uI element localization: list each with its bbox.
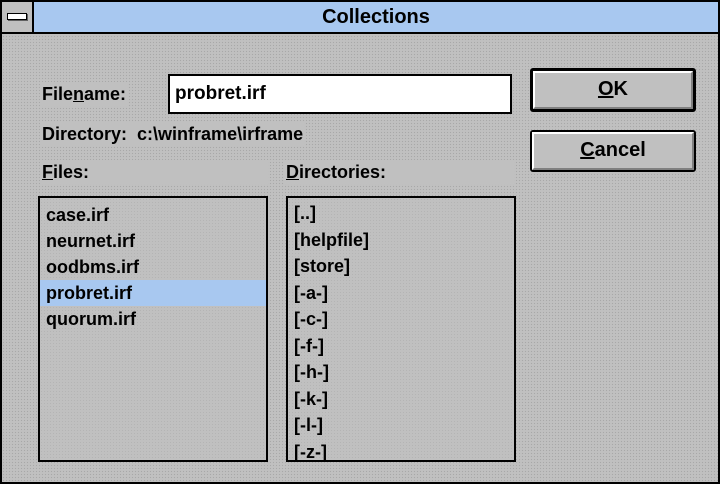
directory-list-item[interactable]: [-h-] [288, 359, 514, 386]
files-label: Files: [40, 160, 268, 184]
directories-label: Directories: [284, 160, 514, 184]
directory-list-item[interactable]: [-f-] [288, 333, 514, 360]
directory-list-item[interactable]: [store] [288, 253, 514, 280]
cancel-button-label: Cancel [580, 139, 646, 161]
file-list-item[interactable]: neurnet.irf [40, 228, 266, 254]
directory-list-item[interactable]: [helpfile] [288, 227, 514, 254]
filename-label: Filename: [40, 82, 129, 106]
directory-list-item[interactable]: [..] [288, 200, 514, 227]
ok-button[interactable]: OK [530, 68, 696, 112]
window-title: Collections [322, 6, 430, 28]
ok-button-label: OK [597, 78, 628, 100]
directory-list-item[interactable]: [-z-] [288, 439, 514, 466]
directory-path: c:\winframe\irframe [137, 124, 304, 144]
file-list-item-selected[interactable]: probret.irf [40, 280, 266, 306]
collections-dialog: Collections Filename: probret.irf Direct… [0, 0, 720, 484]
directory-list-item[interactable]: [-c-] [288, 306, 514, 333]
system-menu-icon [7, 13, 27, 20]
directory-list-item[interactable]: [-k-] [288, 386, 514, 413]
directory-label: Directory: c:\winframe\irframe [40, 122, 306, 146]
filename-input[interactable]: probret.irf [168, 74, 512, 114]
file-list-item[interactable]: quorum.irf [40, 306, 266, 332]
file-list-item[interactable]: oodbms.irf [40, 254, 266, 280]
title-bar[interactable]: Collections [2, 2, 718, 34]
directory-list-item[interactable]: [-a-] [288, 280, 514, 307]
system-menu-button[interactable] [2, 2, 34, 32]
directory-list-item[interactable]: [-l-] [288, 412, 514, 439]
directories-listbox[interactable]: [..] [helpfile] [store] [-a-] [-c-] [-f-… [286, 196, 516, 462]
file-list-item[interactable]: case.irf [40, 202, 266, 228]
cancel-button[interactable]: Cancel [530, 130, 696, 172]
files-listbox[interactable]: case.irf neurnet.irf oodbms.irf probret.… [38, 196, 268, 462]
